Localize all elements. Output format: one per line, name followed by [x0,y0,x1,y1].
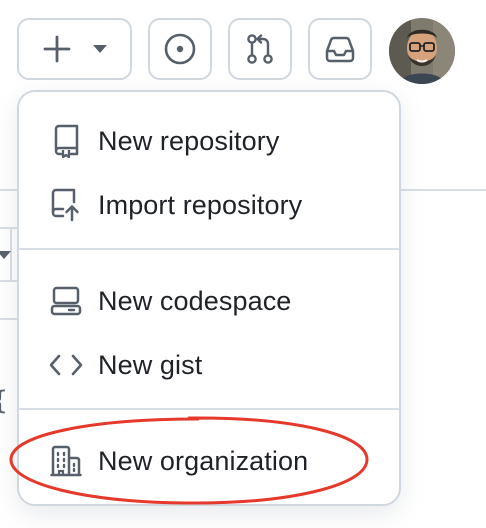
menu-item-label: New gist [98,349,203,380]
menu-divider [19,248,399,250]
avatar-image [389,18,455,84]
menu-item-label: New codespace [98,285,292,316]
inbox-icon [325,36,355,63]
menu-item-label: Import repository [98,189,303,220]
plus-icon [43,35,70,63]
issue-opened-icon [164,33,196,65]
background-divider [398,189,486,191]
menu-item-import-repository[interactable]: Import repository [19,176,399,234]
page: { [0,0,486,528]
menu-item-new-organization[interactable]: New organization [19,432,399,490]
create-new-button[interactable] [17,18,132,80]
issues-button[interactable] [148,18,212,80]
repo-push-icon [49,188,83,222]
menu-item-label: New repository [98,125,280,156]
inbox-button[interactable] [308,18,372,80]
create-new-menu: New repository Import repository New cod… [17,90,401,506]
organization-icon [49,444,83,478]
menu-divider [19,408,399,410]
code-icon [49,348,83,382]
menu-item-new-gist[interactable]: New gist [19,336,399,394]
repo-icon [49,124,83,158]
menu-item-label: New organization [98,445,309,476]
triangle-down-icon [92,45,107,53]
background-caret-icon [0,251,11,259]
pull-requests-button[interactable] [228,18,292,80]
background-brace-icon: { [0,386,8,416]
codespaces-icon [49,284,83,318]
git-pull-request-icon [247,34,273,64]
menu-item-new-repository[interactable]: New repository [19,112,399,170]
user-avatar[interactable] [389,18,455,84]
menu-item-new-codespace[interactable]: New codespace [19,272,399,330]
